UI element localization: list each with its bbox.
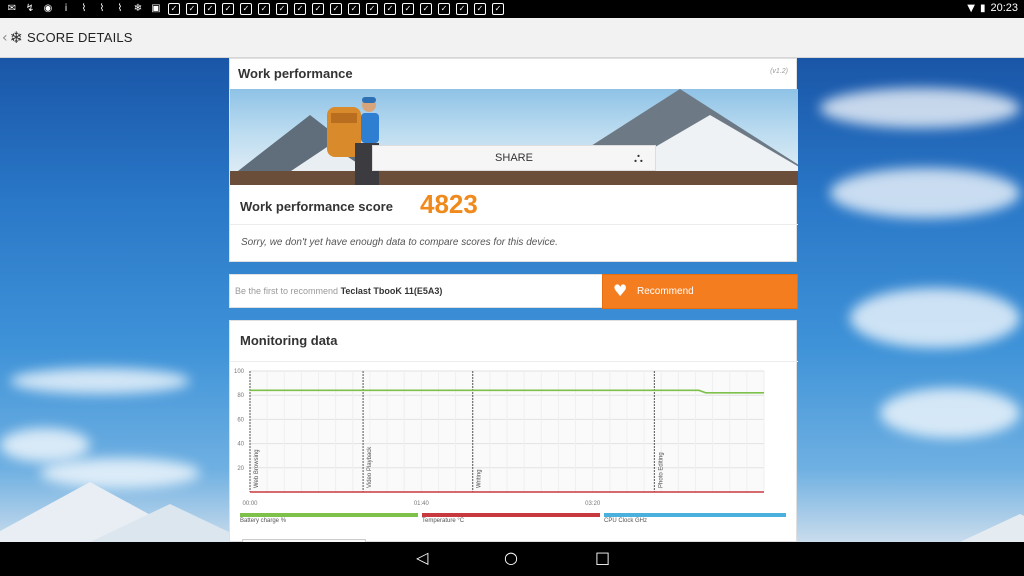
box-icon: ✓ (168, 3, 180, 15)
box-icon: ✓ (312, 3, 324, 15)
legend-swatch (240, 513, 418, 517)
recommend-text: Be the first to recommend Teclast TbooK … (235, 286, 442, 296)
y-tick-label: 80 (237, 393, 244, 399)
legend-cpu: CPU Clock GHz (604, 513, 786, 527)
cloud (880, 388, 1020, 438)
box-icon: ✓ (258, 3, 270, 15)
legend-label: CPU Clock GHz (604, 518, 648, 524)
box-icon: ✓ (420, 3, 432, 15)
hero-image: SHARE ⛬ (230, 89, 798, 185)
chevron-left-icon[interactable]: ‹ (2, 30, 8, 46)
x-tick-label: 03:20 (585, 501, 601, 507)
version-label: (v1.2) (770, 68, 788, 75)
mountain (90, 504, 250, 542)
wifi-icon: ▼ (967, 2, 975, 14)
legend-label: Battery charge % (240, 518, 287, 524)
navigation-bar: ◁ ○ □ (0, 542, 1024, 576)
legend-swatch (604, 513, 786, 517)
image-icon: ▣ (151, 3, 161, 14)
y-tick-label: 100 (234, 369, 245, 375)
gmail-icon: ✉ (7, 3, 17, 14)
box-icon: ✓ (294, 3, 306, 15)
box-icon: ✓ (438, 3, 450, 15)
score-value: 4823 (420, 189, 478, 219)
card-title: Work performance (238, 66, 353, 81)
notification-icons: ✉ ↯ ◉ i ⌇ ⌇ ⌇ ❄ ▣ ✓ ✓ ✓ ✓ ✓ ✓ ✓ ✓ ✓ ✓ ✓ ✓ ✓ ✓ ✓ ✓ ✓ ✓ ✓ (6, 3, 504, 15)
box-icon: ✓ (492, 3, 504, 15)
box-icon: ✓ (240, 3, 252, 15)
cloud (0, 428, 90, 462)
heart-icon: ♥ (613, 281, 628, 300)
battery-icon: ▮ (979, 2, 986, 14)
recommend-prefix: Be the first to recommend (235, 286, 339, 296)
mountain (960, 514, 1024, 542)
snowflake-logo-icon[interactable]: ❄ (10, 28, 23, 47)
cloud (820, 88, 1020, 128)
box-icon: ✓ (348, 3, 360, 15)
home-circle-icon[interactable]: ○ (504, 548, 518, 568)
x-tick-label: 01:40 (414, 501, 430, 507)
cloud (850, 288, 1020, 348)
score-label: Work performance score (240, 199, 393, 214)
box-icon: ✓ (276, 3, 288, 15)
box-icon: ✓ (384, 3, 396, 15)
page-title: SCORE DETAILS (27, 30, 133, 45)
box-icon: ✓ (456, 3, 468, 15)
box-icon: ✓ (186, 3, 198, 15)
legend-temperature: Temperature °C (422, 513, 600, 527)
cloud (10, 368, 190, 394)
back-triangle-icon[interactable]: ◁ (416, 548, 428, 568)
device-name: Teclast TbooK 11(E5A3) (340, 286, 443, 296)
box-icon: ✓ (402, 3, 414, 15)
podcast-icon: ◉ (43, 3, 53, 14)
shoe-icon: ⌇ (81, 3, 87, 14)
status-right: ▼ ▮ 20:23 (967, 2, 1018, 14)
share-icon: ⛬ (633, 151, 643, 166)
section-label: Writing (477, 469, 483, 488)
rocky-ground (230, 171, 798, 185)
recommend-button[interactable]: ♥ Recommend (602, 274, 798, 309)
monitoring-title: Monitoring data (240, 333, 338, 348)
card-header: Work performance (v1.2) (230, 59, 796, 89)
share-button[interactable]: SHARE ⛬ (372, 145, 656, 171)
box-icon: ✓ (330, 3, 342, 15)
shoe-icon: ⌇ (99, 3, 105, 14)
y-tick-label: 20 (237, 466, 244, 472)
box-icon: ✓ (222, 3, 234, 15)
compare-note: Sorry, we don't yet have enough data to … (241, 237, 558, 248)
recents-square-icon[interactable]: □ (595, 548, 610, 568)
status-bar: ✉ ↯ ◉ i ⌇ ⌇ ⌇ ❄ ▣ ✓ ✓ ✓ ✓ ✓ ✓ ✓ ✓ ✓ ✓ ✓ ✓ ✓ ✓ ✓ ✓ ✓ ✓ ✓ ▼ ▮ 20:23 (0, 0, 1024, 18)
snowflake-icon: ❄ (133, 3, 143, 14)
legend-battery: Battery charge % (240, 513, 418, 527)
work-performance-card: Work performance (v1.2) SHARE ⛬ Work per… (229, 58, 798, 262)
info-icon: i (64, 3, 68, 14)
shoe-icon: ⌇ (117, 3, 123, 14)
box-icon: ✓ (474, 3, 486, 15)
box-icon: ✓ (204, 3, 216, 15)
share-label: SHARE (495, 152, 533, 164)
app-icon: ↯ (25, 3, 35, 14)
y-tick-label: 40 (237, 442, 244, 448)
clock: 20:23 (990, 2, 1018, 14)
legend-label: Temperature °C (422, 518, 465, 524)
recommend-card: Be the first to recommend Teclast TbooK … (229, 274, 798, 309)
hiker-illustration (327, 97, 379, 185)
cloud (830, 168, 1020, 218)
app-bar: ‹ ❄ SCORE DETAILS (0, 18, 1024, 58)
box-icon: ✓ (366, 3, 378, 15)
section-label: Video Playback (367, 446, 373, 488)
divider (230, 361, 798, 362)
score-row: Work performance score 4823 (230, 185, 798, 225)
legend-swatch (422, 513, 600, 517)
section-label: Web Browsing (254, 449, 260, 488)
monitoring-card: Monitoring data 100 80 60 40 20 00:00 01:40 03:… (229, 320, 798, 545)
x-tick-label: 00:00 (242, 501, 258, 507)
section-label: Photo Editing (658, 452, 664, 488)
y-tick-label: 60 (237, 417, 244, 423)
monitoring-chart: 100 80 60 40 20 00:00 01:40 03:20 Web Browsing Vi… (234, 369, 765, 507)
recommend-button-label: Recommend (637, 286, 694, 297)
